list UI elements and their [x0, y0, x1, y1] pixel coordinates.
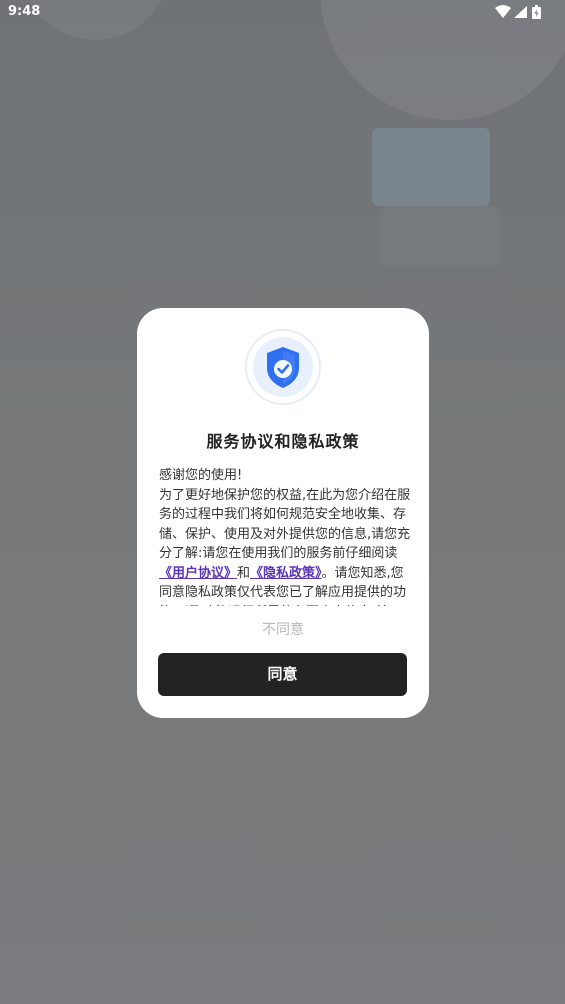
disagree-button[interactable]: 不同意 [137, 619, 429, 639]
shield-check-icon [244, 328, 322, 406]
greeting-text: 感谢您的使用! [159, 468, 243, 483]
background-card [372, 128, 490, 206]
wifi-icon [495, 5, 511, 18]
policy-text-scroll[interactable]: 感谢您的使用! 为了更好地保护您的权益,在此为您介绍在服务的过程中我们将如何规范… [159, 466, 411, 606]
and-text: 和 [237, 565, 251, 581]
agree-button[interactable]: 同意 [158, 653, 407, 696]
signal-icon [514, 6, 527, 18]
status-bar: 9:48 [0, 0, 565, 24]
background-card [380, 206, 500, 266]
privacy-dialog: 服务协议和隐私政策 感谢您的使用! 为了更好地保护您的权益,在此为您介绍在服务的… [137, 308, 429, 718]
privacy-policy-link[interactable]: 《隐私政策》 [250, 566, 322, 581]
policy-intro-text: 为了更好地保护您的权益,在此为您介绍在服务的过程中我们将如何规范安全地收集、存储… [159, 487, 411, 562]
dialog-title: 服务协议和隐私政策 [206, 432, 360, 451]
policy-paragraph: 为了更好地保护您的权益,在此为您介绍在服务的过程中我们将如何规范安全地收集、存储… [159, 486, 411, 607]
user-agreement-link[interactable]: 《用户协议》 [159, 566, 237, 581]
battery-icon [532, 5, 541, 19]
status-time: 9:48 [8, 4, 41, 19]
